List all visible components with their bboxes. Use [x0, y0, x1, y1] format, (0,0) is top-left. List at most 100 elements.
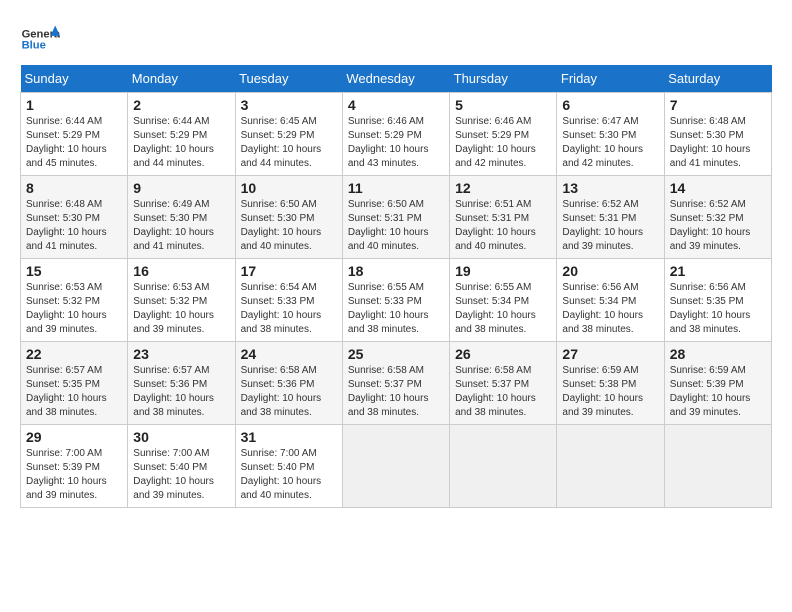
day-number: 16 [133, 263, 229, 279]
day-info: Sunrise: 6:59 AMSunset: 5:38 PMDaylight:… [562, 364, 658, 420]
day-number: 18 [348, 263, 444, 279]
calendar-cell: 28 Sunrise: 6:59 AMSunset: 5:39 PMDayligh… [664, 342, 771, 425]
svg-text:Blue: Blue [22, 40, 46, 52]
header-monday: Monday [128, 65, 235, 93]
day-number: 23 [133, 346, 229, 362]
day-number: 21 [670, 263, 766, 279]
calendar-cell [557, 425, 664, 508]
calendar-cell: 18 Sunrise: 6:55 AMSunset: 5:33 PMDayligh… [342, 259, 449, 342]
day-info: Sunrise: 7:00 AMSunset: 5:39 PMDaylight:… [26, 447, 122, 503]
day-info: Sunrise: 6:50 AMSunset: 5:30 PMDaylight:… [241, 198, 337, 254]
calendar-cell: 4 Sunrise: 6:46 AMSunset: 5:29 PMDaylight… [342, 93, 449, 176]
calendar-row: 29 Sunrise: 7:00 AMSunset: 5:39 PMDayligh… [21, 425, 772, 508]
day-info: Sunrise: 6:47 AMSunset: 5:30 PMDaylight:… [562, 115, 658, 171]
calendar-cell: 1 Sunrise: 6:44 AMSunset: 5:29 PMDaylight… [21, 93, 128, 176]
day-number: 9 [133, 180, 229, 196]
day-info: Sunrise: 6:44 AMSunset: 5:29 PMDaylight:… [26, 115, 122, 171]
header-sunday: Sunday [21, 65, 128, 93]
day-number: 30 [133, 429, 229, 445]
day-info: Sunrise: 7:00 AMSunset: 5:40 PMDaylight:… [133, 447, 229, 503]
day-info: Sunrise: 6:54 AMSunset: 5:33 PMDaylight:… [241, 281, 337, 337]
day-number: 20 [562, 263, 658, 279]
calendar-cell: 6 Sunrise: 6:47 AMSunset: 5:30 PMDaylight… [557, 93, 664, 176]
day-info: Sunrise: 6:52 AMSunset: 5:32 PMDaylight:… [670, 198, 766, 254]
day-number: 12 [455, 180, 551, 196]
day-number: 7 [670, 97, 766, 113]
day-info: Sunrise: 6:51 AMSunset: 5:31 PMDaylight:… [455, 198, 551, 254]
calendar-header-row: SundayMondayTuesdayWednesdayThursdayFrid… [21, 65, 772, 93]
day-number: 6 [562, 97, 658, 113]
calendar-cell: 12 Sunrise: 6:51 AMSunset: 5:31 PMDayligh… [450, 176, 557, 259]
calendar-cell [450, 425, 557, 508]
day-number: 28 [670, 346, 766, 362]
calendar-cell: 14 Sunrise: 6:52 AMSunset: 5:32 PMDayligh… [664, 176, 771, 259]
calendar-cell: 17 Sunrise: 6:54 AMSunset: 5:33 PMDayligh… [235, 259, 342, 342]
day-number: 22 [26, 346, 122, 362]
calendar-cell: 13Sunrise: 6:52 AMSunset: 5:31 PMDayligh… [557, 176, 664, 259]
day-info: Sunrise: 6:58 AMSunset: 5:36 PMDaylight:… [241, 364, 337, 420]
calendar-cell: 25Sunrise: 6:58 AMSunset: 5:37 PMDayligh… [342, 342, 449, 425]
day-info: Sunrise: 6:57 AMSunset: 5:36 PMDaylight:… [133, 364, 229, 420]
calendar-cell: 5 Sunrise: 6:46 AMSunset: 5:29 PMDaylight… [450, 93, 557, 176]
day-number: 17 [241, 263, 337, 279]
day-number: 27 [562, 346, 658, 362]
calendar-cell: 26Sunrise: 6:58 AMSunset: 5:37 PMDayligh… [450, 342, 557, 425]
calendar-row: 22 Sunrise: 6:57 AMSunset: 5:35 PMDayligh… [21, 342, 772, 425]
day-number: 24 [241, 346, 337, 362]
day-info: Sunrise: 6:46 AMSunset: 5:29 PMDaylight:… [455, 115, 551, 171]
day-info: Sunrise: 6:50 AMSunset: 5:31 PMDaylight:… [348, 198, 444, 254]
logo: General Blue [20, 20, 64, 55]
day-info: Sunrise: 6:44 AMSunset: 5:29 PMDaylight:… [133, 115, 229, 171]
day-info: Sunrise: 6:56 AMSunset: 5:35 PMDaylight:… [670, 281, 766, 337]
logo-icon: General Blue [20, 20, 60, 55]
day-number: 4 [348, 97, 444, 113]
header-thursday: Thursday [450, 65, 557, 93]
day-number: 3 [241, 97, 337, 113]
day-number: 29 [26, 429, 122, 445]
day-number: 5 [455, 97, 551, 113]
header-saturday: Saturday [664, 65, 771, 93]
day-info: Sunrise: 6:49 AMSunset: 5:30 PMDaylight:… [133, 198, 229, 254]
day-info: Sunrise: 6:48 AMSunset: 5:30 PMDaylight:… [670, 115, 766, 171]
day-number: 19 [455, 263, 551, 279]
day-info: Sunrise: 6:55 AMSunset: 5:33 PMDaylight:… [348, 281, 444, 337]
day-number: 26 [455, 346, 551, 362]
day-info: Sunrise: 6:57 AMSunset: 5:35 PMDaylight:… [26, 364, 122, 420]
page-container: General Blue SundayMondayTuesdayWednesda… [20, 20, 772, 508]
calendar-table: SundayMondayTuesdayWednesdayThursdayFrid… [20, 65, 772, 508]
header-wednesday: Wednesday [342, 65, 449, 93]
day-number: 14 [670, 180, 766, 196]
calendar-cell: 8Sunrise: 6:48 AMSunset: 5:30 PMDaylight… [21, 176, 128, 259]
calendar-cell: 30 Sunrise: 7:00 AMSunset: 5:40 PMDayligh… [128, 425, 235, 508]
calendar-cell: 7 Sunrise: 6:48 AMSunset: 5:30 PMDaylight… [664, 93, 771, 176]
day-number: 11 [348, 180, 444, 196]
header-friday: Friday [557, 65, 664, 93]
calendar-row: 8Sunrise: 6:48 AMSunset: 5:30 PMDaylight… [21, 176, 772, 259]
calendar-cell [664, 425, 771, 508]
day-number: 8 [26, 180, 122, 196]
calendar-cell: 15 Sunrise: 6:53 AMSunset: 5:32 PMDayligh… [21, 259, 128, 342]
day-number: 31 [241, 429, 337, 445]
page-header: General Blue [20, 20, 772, 55]
calendar-row: 1 Sunrise: 6:44 AMSunset: 5:29 PMDaylight… [21, 93, 772, 176]
calendar-cell [342, 425, 449, 508]
day-number: 10 [241, 180, 337, 196]
calendar-row: 15 Sunrise: 6:53 AMSunset: 5:32 PMDayligh… [21, 259, 772, 342]
day-info: Sunrise: 6:45 AMSunset: 5:29 PMDaylight:… [241, 115, 337, 171]
header-tuesday: Tuesday [235, 65, 342, 93]
day-info: Sunrise: 6:56 AMSunset: 5:34 PMDaylight:… [562, 281, 658, 337]
calendar-cell: 29 Sunrise: 7:00 AMSunset: 5:39 PMDayligh… [21, 425, 128, 508]
calendar-cell: 9 Sunrise: 6:49 AMSunset: 5:30 PMDaylight… [128, 176, 235, 259]
day-info: Sunrise: 6:53 AMSunset: 5:32 PMDaylight:… [26, 281, 122, 337]
day-number: 25 [348, 346, 444, 362]
calendar-cell: 19 Sunrise: 6:55 AMSunset: 5:34 PMDayligh… [450, 259, 557, 342]
calendar-cell: 20 Sunrise: 6:56 AMSunset: 5:34 PMDayligh… [557, 259, 664, 342]
day-info: Sunrise: 6:59 AMSunset: 5:39 PMDaylight:… [670, 364, 766, 420]
calendar-cell: 3 Sunrise: 6:45 AMSunset: 5:29 PMDaylight… [235, 93, 342, 176]
day-number: 13 [562, 180, 658, 196]
day-number: 15 [26, 263, 122, 279]
calendar-cell: 27 Sunrise: 6:59 AMSunset: 5:38 PMDayligh… [557, 342, 664, 425]
day-info: Sunrise: 6:46 AMSunset: 5:29 PMDaylight:… [348, 115, 444, 171]
day-info: Sunrise: 6:55 AMSunset: 5:34 PMDaylight:… [455, 281, 551, 337]
day-number: 1 [26, 97, 122, 113]
